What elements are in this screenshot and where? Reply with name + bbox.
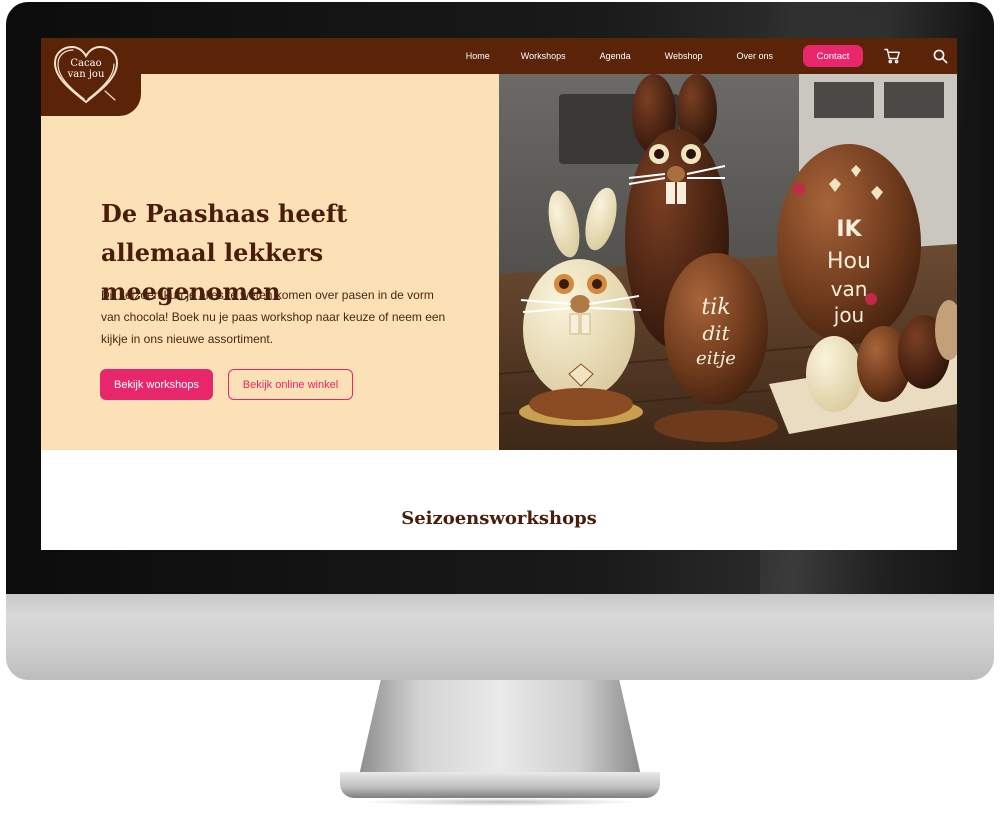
svg-text:IK: IK [836,217,862,242]
hero-photo: tik dit eitje IK Hou van jou [499,74,957,450]
svg-text:tik: tik [701,295,730,320]
nav-item-home[interactable]: Home [466,51,490,61]
logo-text: Cacao van jou [55,58,117,80]
monitor-stand-base [340,772,660,798]
svg-text:Hou: Hou [827,249,871,274]
nav-item-over-ons[interactable]: Over ons [736,51,773,61]
svg-text:van: van [831,277,868,301]
nav-item-agenda[interactable]: Agenda [600,51,631,61]
svg-text:eitje: eitje [696,348,736,369]
svg-text:jou: jou [833,303,864,327]
logo[interactable]: Cacao van jou [41,38,141,116]
search-icon[interactable] [931,47,949,65]
nav-item-workshops[interactable]: Workshops [521,51,566,61]
logo-line-2: van jou [67,69,105,80]
large-egg-ik-hou-van-jou: IK Hou van jou [777,144,921,344]
nav-item-webshop[interactable]: Webshop [665,51,703,61]
logo-line-1: Cacao [70,58,102,69]
monitor-stand-shadow [360,798,640,806]
view-webshop-button[interactable]: Bekijk online winkel [228,369,353,400]
hero-panel: De Paashaas heeft allemaal lekkers meege… [41,74,499,450]
hero-description: Dit seizoen kun je alles te weten komen … [101,288,446,346]
monitor-chin [6,594,994,680]
main-nav: Home Workshops Agenda Webshop Over ons C… [466,38,957,74]
view-workshops-button[interactable]: Bekijk workshops [100,369,213,400]
website-screen: Home Workshops Agenda Webshop Over ons C… [41,38,957,550]
cart-icon[interactable] [883,47,901,65]
monitor-stand-neck [358,680,642,780]
svg-text:dit: dit [702,321,730,345]
site-header: Home Workshops Agenda Webshop Over ons C… [41,38,957,74]
section-title: Seizoensworkshops [401,508,597,529]
contact-button[interactable]: Contact [803,45,863,67]
